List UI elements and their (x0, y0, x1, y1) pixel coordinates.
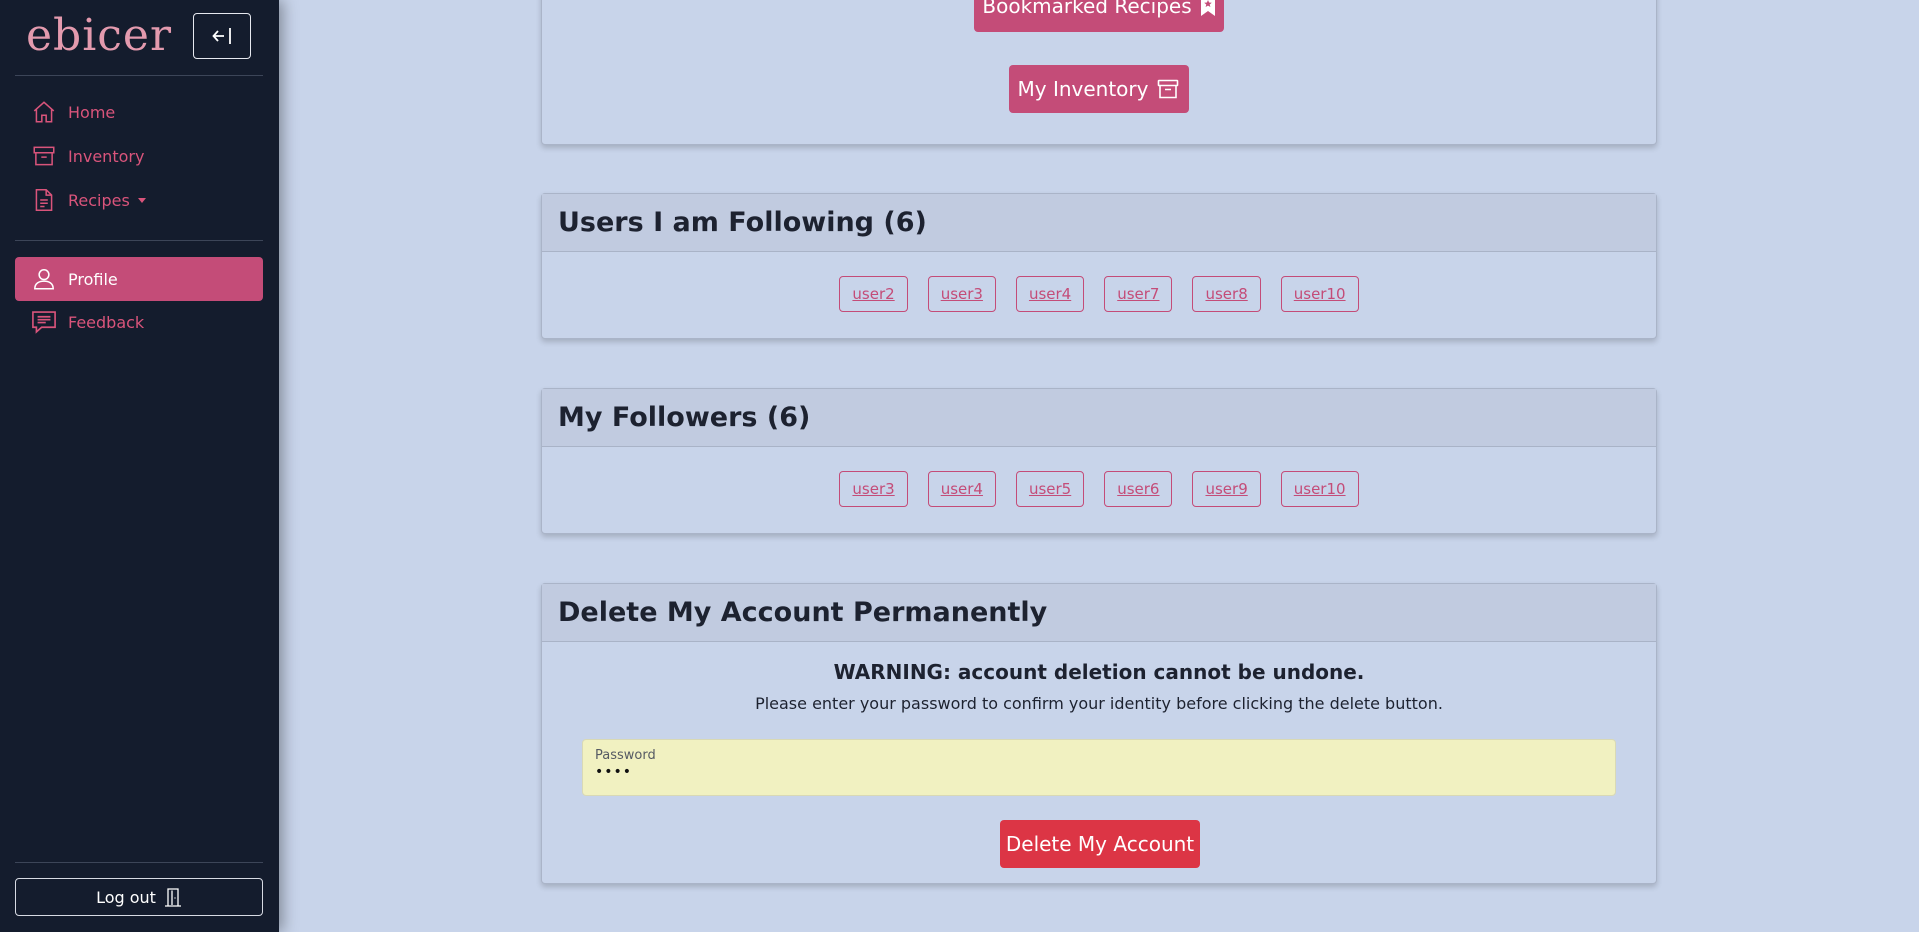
user-icon (30, 265, 58, 293)
bookmark-icon (1200, 0, 1215, 16)
sidebar-item-home[interactable]: Home (15, 90, 263, 134)
sidebar-item-label: Recipes (68, 190, 130, 210)
following-title: Users I am Following (6) (542, 194, 1656, 252)
following-card: Users I am Following (6) user2 user3 use… (541, 193, 1657, 339)
my-inventory-label: My Inventory (1017, 77, 1149, 101)
door-icon (164, 888, 181, 907)
password-label: Password (595, 748, 656, 763)
warning-text: WARNING: account deletion cannot be undo… (833, 660, 1365, 684)
user-link[interactable]: user2 (839, 276, 908, 312)
profile-actions-card: Bookmarked Recipes My Inventory (541, 0, 1657, 145)
sidebar-item-label: Home (68, 102, 116, 122)
chevron-down-icon (137, 197, 146, 203)
logout-button[interactable]: Log out (15, 878, 263, 916)
bookmarked-recipes-button[interactable]: Bookmarked Recipes (974, 0, 1224, 32)
sidebar: ebicer Home Inventory Recipes Profile Fe… (0, 0, 279, 932)
hint-text: Please enter your password to confirm yo… (755, 694, 1443, 713)
delete-account-title: Delete My Account Permanently (542, 584, 1656, 642)
user-link[interactable]: user7 (1104, 276, 1173, 312)
logout-label: Log out (96, 887, 156, 907)
sidebar-item-profile[interactable]: Profile (15, 257, 263, 301)
logo[interactable]: ebicer (26, 14, 172, 58)
following-list: user2 user3 user4 user7 user8 user10 (542, 252, 1656, 312)
user-link[interactable]: user3 (927, 276, 996, 312)
password-input[interactable]: •••• (595, 764, 1603, 780)
user-link[interactable]: user5 (1015, 471, 1085, 507)
divider (15, 240, 263, 241)
arrow-left-icon (212, 28, 231, 44)
user-link[interactable]: user8 (1192, 276, 1261, 312)
chat-icon (30, 308, 58, 336)
document-icon (30, 186, 58, 214)
archive-box-icon (1158, 79, 1179, 99)
sidebar-item-label: Profile (68, 269, 118, 289)
sidebar-item-recipes[interactable]: Recipes (15, 178, 263, 222)
followers-list: user3 user4 user5 user6 user9 user10 (542, 447, 1656, 507)
divider (15, 862, 263, 863)
divider (15, 75, 263, 76)
user-link[interactable]: user10 (1280, 276, 1359, 312)
user-link[interactable]: user4 (927, 471, 996, 507)
user-link[interactable]: user6 (1104, 471, 1173, 507)
password-field[interactable]: Password •••• (582, 739, 1616, 796)
my-inventory-button[interactable]: My Inventory (1009, 65, 1189, 113)
sidebar-item-feedback[interactable]: Feedback (15, 300, 263, 344)
delete-account-card: Delete My Account Permanently WARNING: a… (541, 583, 1657, 884)
bookmarked-recipes-label: Bookmarked Recipes (982, 0, 1192, 18)
user-link[interactable]: user9 (1192, 471, 1261, 507)
followers-card: My Followers (6) user3 user4 user5 user6… (541, 388, 1657, 534)
user-link[interactable]: user10 (1280, 471, 1359, 507)
home-icon (30, 98, 58, 126)
user-link[interactable]: user3 (839, 471, 908, 507)
followers-title: My Followers (6) (542, 389, 1656, 447)
sidebar-item-inventory[interactable]: Inventory (15, 134, 263, 178)
user-link[interactable]: user4 (1015, 276, 1085, 312)
archive-box-icon (30, 142, 58, 170)
collapse-sidebar-button[interactable] (193, 13, 251, 59)
sidebar-item-label: Feedback (68, 312, 145, 332)
sidebar-item-label: Inventory (68, 146, 145, 166)
delete-account-button[interactable]: Delete My Account (1000, 820, 1200, 868)
